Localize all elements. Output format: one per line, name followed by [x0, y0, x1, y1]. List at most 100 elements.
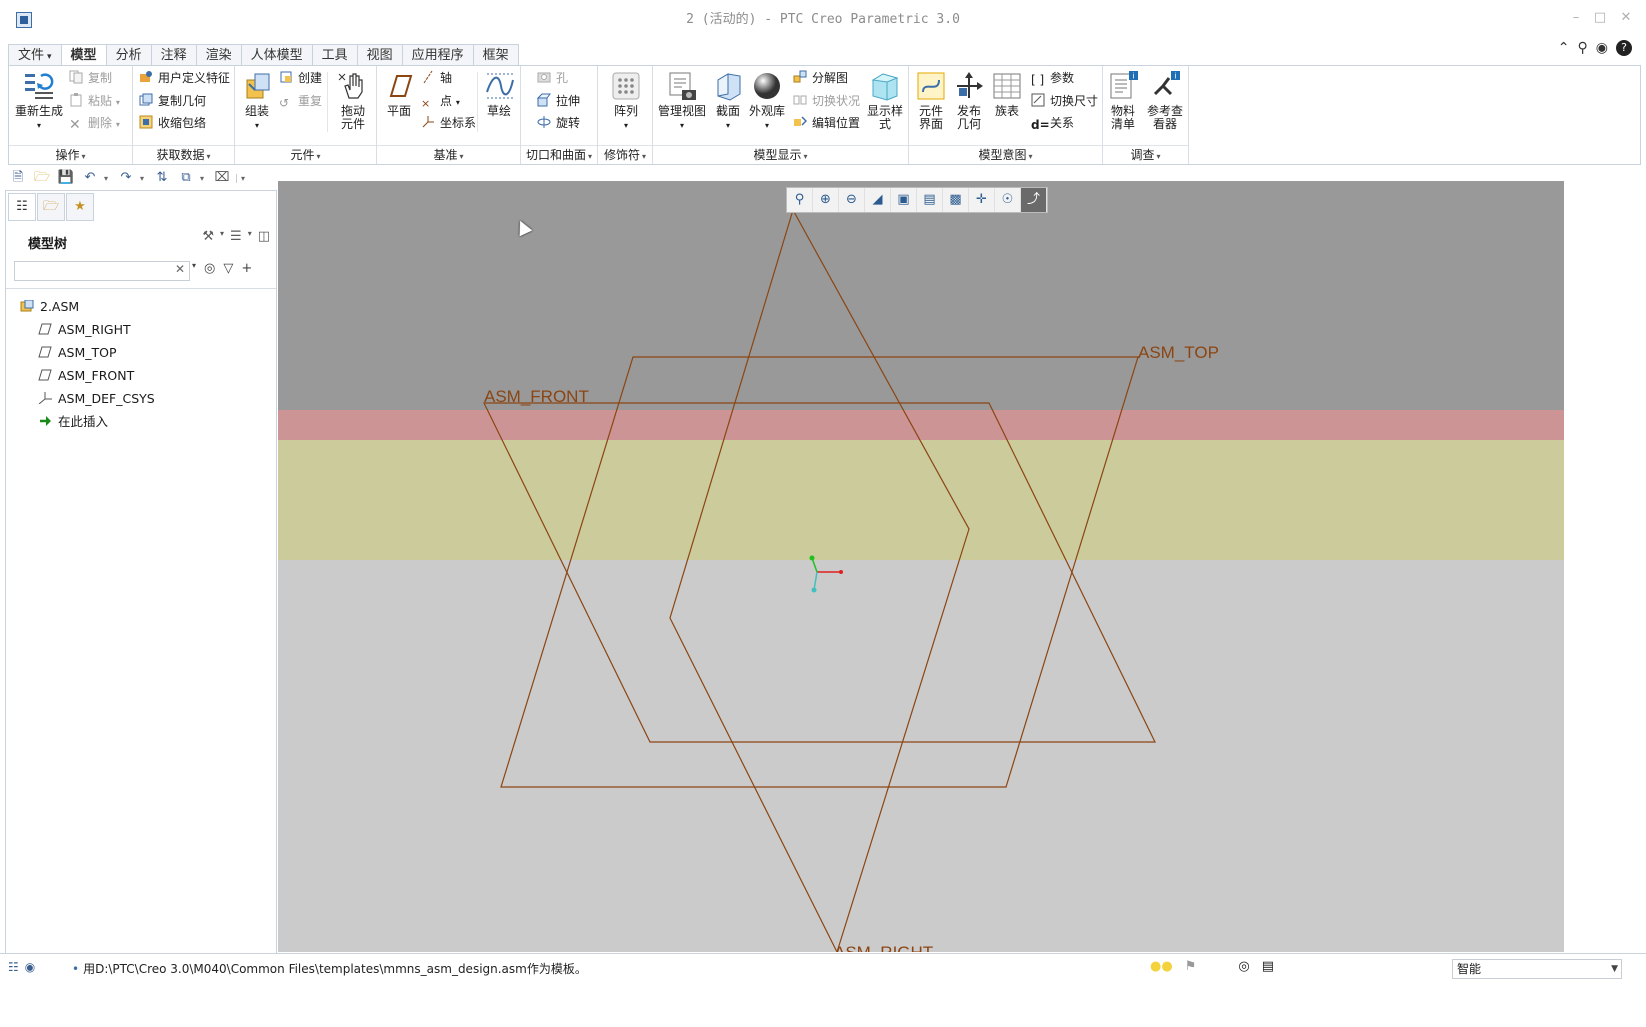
tab-applications[interactable]: 应用程序 [401, 44, 473, 66]
publish-geometry-button[interactable]: 发布 几何 [951, 70, 987, 131]
windows-icon[interactable]: ⧉ [176, 169, 196, 187]
graphics-canvas[interactable]: ASM_TOP ASM_FRONT ASM_RIGHT [278, 181, 1564, 952]
copy-geometry-button[interactable]: 复制几何 [139, 91, 206, 111]
paste-button[interactable]: 粘贴 ▾ [69, 91, 120, 111]
tree-settings-dropdown-icon[interactable]: ▾ [220, 229, 224, 244]
tree-node-insert-here[interactable]: 在此插入 [20, 410, 155, 433]
tree-search-input[interactable]: ✕ [14, 261, 190, 281]
point-button[interactable]: × 点 ▾ [421, 91, 460, 111]
create-component-button[interactable]: 创建 [279, 68, 322, 88]
close-button[interactable]: ✕ [1616, 10, 1636, 28]
drag-component-button[interactable]: 拖动 元件 [333, 70, 373, 131]
group-label-cuts-surfaces[interactable]: 切口和曲面 ▾ [521, 145, 597, 164]
section-button[interactable]: 截面 ▾ [711, 70, 745, 132]
user-icon[interactable]: ◉ [1596, 40, 1608, 56]
selection-buffer-icon[interactable]: ▤ [1262, 959, 1274, 974]
tree-settings-icon[interactable]: ⚒ [202, 229, 214, 244]
edit-position-button[interactable]: 编辑位置 [793, 113, 860, 133]
tab-render[interactable]: 渲染 [195, 44, 241, 66]
new-file-icon[interactable]: 🗎 [8, 169, 28, 187]
zoom-in-icon[interactable]: ⊕ [813, 188, 839, 212]
display-style-icon[interactable]: ▣ [891, 188, 917, 212]
undo-icon[interactable]: ↶ [80, 169, 100, 187]
filter-icon[interactable]: ▽ [223, 261, 233, 276]
datum-label-asm-front[interactable]: ASM_FRONT [484, 387, 589, 406]
regenerate-button[interactable]: 重新生成 ▾ [13, 70, 65, 132]
clear-search-icon[interactable]: ✕ [175, 262, 185, 276]
tree-node-asm-front[interactable]: ASM_FRONT [20, 364, 155, 387]
search-dropdown-icon[interactable]: ▾ [192, 261, 196, 276]
exploded-view-button[interactable]: 分解图 [793, 68, 848, 88]
redo-icon[interactable]: ↷ [116, 169, 136, 187]
sketch-button[interactable]: 草绘 [481, 70, 517, 118]
add-icon[interactable]: + [241, 261, 252, 276]
toggle-status-button[interactable]: 切换状况 [793, 91, 860, 111]
component-interface-button[interactable]: 元件 界面 [913, 70, 949, 131]
appearance-gallery-button[interactable]: 外观库 ▾ [747, 70, 787, 132]
bom-button[interactable]: i 物料 清单 [1105, 70, 1141, 131]
maximize-button[interactable]: □ [1590, 10, 1610, 28]
tree-show-dropdown-icon[interactable]: ▾ [248, 229, 252, 244]
group-label-modifiers[interactable]: 修饰符 ▾ [598, 145, 652, 164]
open-file-icon[interactable]: 🗁 [32, 169, 52, 187]
redo-dropdown-icon[interactable]: ▾ [140, 174, 148, 183]
selection-filter-select[interactable]: 智能 ▼ [1452, 959, 1622, 979]
tab-analysis[interactable]: 分析 [105, 44, 151, 66]
view-manager-icon[interactable]: ▩ [943, 188, 969, 212]
group-label-investigate[interactable]: 调查 ▾ [1103, 145, 1188, 164]
tab-framework[interactable]: 框架 [472, 44, 519, 66]
delete-button[interactable]: ✕ 删除 ▾ [69, 113, 120, 133]
shrinkwrap-button[interactable]: 收缩包络 [139, 113, 206, 133]
tab-file[interactable]: 文件 ▾ [8, 44, 61, 66]
datum-label-asm-right[interactable]: ASM_RIGHT [834, 943, 933, 952]
group-label-model-display[interactable]: 模型显示 ▾ [653, 145, 908, 164]
group-label-model-intent[interactable]: 模型意图 ▾ [909, 145, 1102, 164]
display-style-button[interactable]: 显示样 式 [865, 70, 905, 131]
flag-icon[interactable]: ⚑ [1185, 959, 1197, 974]
axis-button[interactable]: 轴 [421, 68, 452, 88]
manage-views-button[interactable]: 管理视图 ▾ [657, 70, 707, 132]
graphics-window[interactable]: ASM_TOP ASM_FRONT ASM_RIGHT ⚲ ⊕ ⊖ ◢ ▣ ▤ … [278, 181, 1564, 952]
undo-dropdown-icon[interactable]: ▾ [104, 174, 112, 183]
navigator-toggle-icon[interactable]: ☷ [8, 960, 19, 974]
tab-annotate[interactable]: 注释 [150, 44, 196, 66]
windows-dropdown-icon[interactable]: ▾ [200, 174, 208, 183]
group-label-datum[interactable]: 基准 ▾ [377, 145, 520, 164]
plane-button[interactable]: 平面 [381, 70, 417, 118]
zoom-out-icon[interactable]: ⊖ [839, 188, 865, 212]
model-tree-tab-icon[interactable]: ☷ [8, 193, 36, 221]
repaint-icon[interactable]: ◢ [865, 188, 891, 212]
group-label-operations[interactable]: 操作 ▾ [9, 145, 132, 164]
collapse-ribbon-icon[interactable]: ⌃ [1558, 40, 1570, 56]
assemble-button[interactable]: 组装 ▾ [239, 70, 275, 132]
revolve-button[interactable]: 旋转 [537, 113, 580, 133]
group-label-component[interactable]: 元件 ▾ [235, 145, 376, 164]
search-icon[interactable]: ⚲ [1578, 40, 1588, 56]
tree-node-root[interactable]: 2.ASM [20, 295, 155, 318]
switch-dimensions-button[interactable]: 切换尺寸 [1031, 91, 1098, 111]
tree-node-asm-right[interactable]: ASM_RIGHT [20, 318, 155, 341]
datum-display-filters-icon[interactable]: ✛ [969, 188, 995, 212]
csys-button[interactable]: 坐标系 [421, 113, 476, 133]
tree-columns-icon[interactable]: ◫ [258, 229, 270, 244]
regenerate-small-icon[interactable]: ⇅ [152, 169, 172, 187]
minimize-button[interactable]: – [1566, 10, 1586, 28]
saved-orientations-icon[interactable]: ▤ [917, 188, 943, 212]
hole-button[interactable]: 孔 [537, 68, 568, 88]
reference-viewer-button[interactable]: i 参考查 看器 [1143, 70, 1187, 131]
refit-icon[interactable]: ⚲ [787, 188, 813, 212]
customize-qat-icon[interactable]: ▾ [236, 173, 245, 183]
udf-button[interactable]: 用户定义特征 [139, 68, 230, 88]
annotation-display-icon[interactable]: ⤴ [1021, 188, 1047, 212]
tab-view[interactable]: 视图 [356, 44, 402, 66]
pattern-button[interactable]: 阵列 ▾ [606, 70, 646, 132]
tab-model[interactable]: 模型 [60, 44, 106, 66]
parameters-button[interactable]: [ ] 参数 [1031, 68, 1074, 88]
help-icon[interactable]: ? [1616, 40, 1632, 56]
find-icon[interactable]: ◎ [1238, 959, 1249, 974]
copy-button[interactable]: 复制 [69, 68, 112, 88]
tree-node-asm-top[interactable]: ASM_TOP [20, 341, 155, 364]
tab-tools[interactable]: 工具 [311, 44, 357, 66]
relations-button[interactable]: d=关系 [1031, 113, 1074, 133]
browser-toggle-icon[interactable]: ◉ [25, 960, 35, 974]
